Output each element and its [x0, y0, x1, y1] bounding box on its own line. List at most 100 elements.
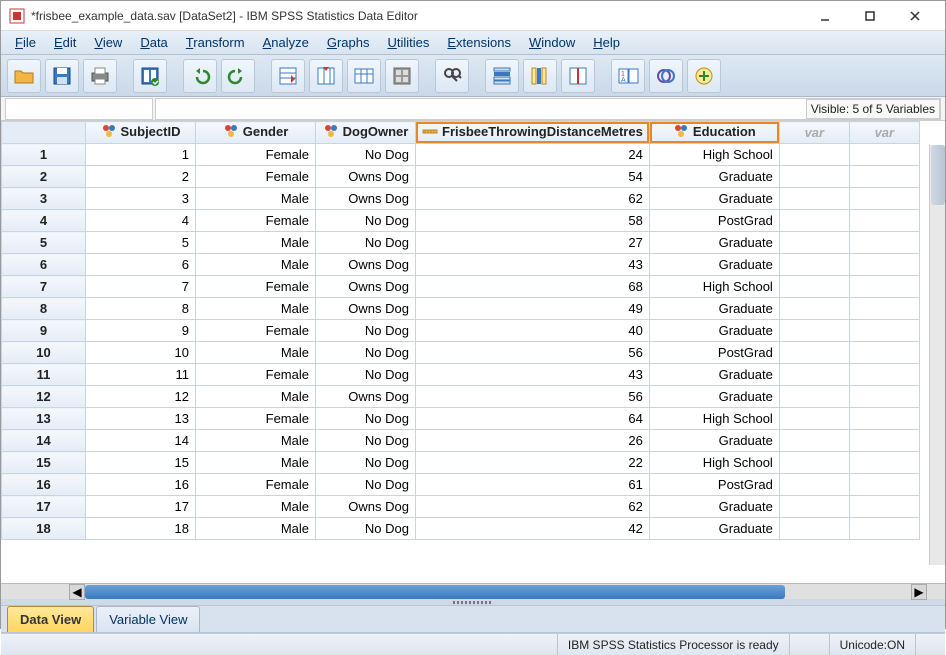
cell[interactable]: Graduate	[649, 166, 779, 188]
cell[interactable]: 1	[86, 144, 196, 166]
cell[interactable]	[849, 210, 919, 232]
table-row[interactable]: 1616FemaleNo Dog61PostGrad	[2, 474, 920, 496]
cell-reference-box[interactable]	[5, 98, 153, 120]
cell[interactable]: 2	[86, 166, 196, 188]
cell[interactable]: Male	[196, 496, 316, 518]
cell[interactable]: 26	[416, 430, 650, 452]
cell[interactable]	[779, 364, 849, 386]
table-row[interactable]: 88MaleOwns Dog49Graduate	[2, 298, 920, 320]
cell[interactable]: Female	[196, 166, 316, 188]
cell[interactable]: Male	[196, 254, 316, 276]
row-header[interactable]: 10	[2, 342, 86, 364]
cell[interactable]	[849, 320, 919, 342]
cell[interactable]: 7	[86, 276, 196, 298]
cell[interactable]: Owns Dog	[316, 386, 416, 408]
row-header[interactable]: 13	[2, 408, 86, 430]
cell[interactable]: High School	[649, 144, 779, 166]
vertical-scrollbar[interactable]	[929, 145, 945, 565]
cell[interactable]	[849, 430, 919, 452]
row-header[interactable]: 15	[2, 452, 86, 474]
cell[interactable]: 3	[86, 188, 196, 210]
undo-button[interactable]	[183, 59, 217, 93]
cell[interactable]	[849, 144, 919, 166]
cell[interactable]	[849, 408, 919, 430]
cell[interactable]: No Dog	[316, 474, 416, 496]
minimize-button[interactable]	[802, 2, 847, 30]
column-header-education[interactable]: Education	[649, 122, 779, 144]
cell[interactable]	[849, 518, 919, 540]
table-row[interactable]: 55MaleNo Dog27Graduate	[2, 232, 920, 254]
cell[interactable]: High School	[649, 276, 779, 298]
row-header[interactable]: 6	[2, 254, 86, 276]
row-header[interactable]: 2	[2, 166, 86, 188]
cell[interactable]: 9	[86, 320, 196, 342]
cell[interactable]: No Dog	[316, 452, 416, 474]
cell[interactable]: Graduate	[649, 518, 779, 540]
cell[interactable]	[849, 254, 919, 276]
cell[interactable]: Female	[196, 210, 316, 232]
table-row[interactable]: 1212MaleOwns Dog56Graduate	[2, 386, 920, 408]
row-header[interactable]: 3	[2, 188, 86, 210]
cell[interactable]: No Dog	[316, 144, 416, 166]
run-descriptives-button[interactable]	[385, 59, 419, 93]
cell[interactable]	[779, 298, 849, 320]
cell[interactable]	[779, 166, 849, 188]
cell[interactable]: 11	[86, 364, 196, 386]
value-labels-button[interactable]: 1A	[611, 59, 645, 93]
cell[interactable]: 6	[86, 254, 196, 276]
customize-button[interactable]	[687, 59, 721, 93]
cell[interactable]	[779, 386, 849, 408]
cell[interactable]: Male	[196, 452, 316, 474]
close-button[interactable]	[892, 2, 937, 30]
cell[interactable]: Male	[196, 298, 316, 320]
insert-variable-button[interactable]	[523, 59, 557, 93]
table-row[interactable]: 1313FemaleNo Dog64High School	[2, 408, 920, 430]
cell[interactable]: Female	[196, 408, 316, 430]
tab-data-view[interactable]: Data View	[7, 606, 94, 632]
cell[interactable]: Owns Dog	[316, 254, 416, 276]
menu-graphs[interactable]: Graphs	[319, 32, 378, 53]
cell[interactable]: 62	[416, 496, 650, 518]
menu-extensions[interactable]: Extensions	[439, 32, 519, 53]
cell[interactable]: Male	[196, 232, 316, 254]
tab-variable-view[interactable]: Variable View	[96, 606, 200, 632]
cell[interactable]: 43	[416, 364, 650, 386]
menu-edit[interactable]: Edit	[46, 32, 84, 53]
menu-transform[interactable]: Transform	[178, 32, 253, 53]
table-row[interactable]: 1111FemaleNo Dog43Graduate	[2, 364, 920, 386]
use-sets-button[interactable]	[649, 59, 683, 93]
cell[interactable]: Female	[196, 320, 316, 342]
cell[interactable]	[779, 276, 849, 298]
column-header-frisbeethrowingdistancemetres[interactable]: FrisbeeThrowingDistanceMetres	[416, 122, 650, 144]
cell[interactable]	[849, 276, 919, 298]
cell[interactable]: 56	[416, 386, 650, 408]
menu-file[interactable]: File	[7, 32, 44, 53]
cell[interactable]: High School	[649, 408, 779, 430]
empty-column-header[interactable]: var	[779, 122, 849, 144]
data-grid[interactable]: SubjectIDGenderDogOwnerFrisbeeThrowingDi…	[1, 121, 920, 540]
cell[interactable]: 15	[86, 452, 196, 474]
cell[interactable]: Graduate	[649, 496, 779, 518]
column-header-subjectid[interactable]: SubjectID	[86, 122, 196, 144]
recall-dialog-button[interactable]	[133, 59, 167, 93]
scroll-thumb[interactable]	[85, 585, 785, 599]
variables-button[interactable]	[347, 59, 381, 93]
table-row[interactable]: 1010MaleNo Dog56PostGrad	[2, 342, 920, 364]
cell[interactable]	[849, 452, 919, 474]
cell[interactable]: Male	[196, 386, 316, 408]
cell[interactable]: 22	[416, 452, 650, 474]
menu-utilities[interactable]: Utilities	[379, 32, 437, 53]
cell[interactable]	[779, 430, 849, 452]
cell[interactable]	[779, 518, 849, 540]
column-header-gender[interactable]: Gender	[196, 122, 316, 144]
table-row[interactable]: 33MaleOwns Dog62Graduate	[2, 188, 920, 210]
cell[interactable]	[779, 408, 849, 430]
grid-corner[interactable]	[2, 122, 86, 144]
cell[interactable]: 8	[86, 298, 196, 320]
row-header[interactable]: 17	[2, 496, 86, 518]
cell[interactable]: No Dog	[316, 408, 416, 430]
cell[interactable]: Owns Dog	[316, 276, 416, 298]
row-header[interactable]: 18	[2, 518, 86, 540]
table-row[interactable]: 1414MaleNo Dog26Graduate	[2, 430, 920, 452]
cell[interactable]	[849, 342, 919, 364]
